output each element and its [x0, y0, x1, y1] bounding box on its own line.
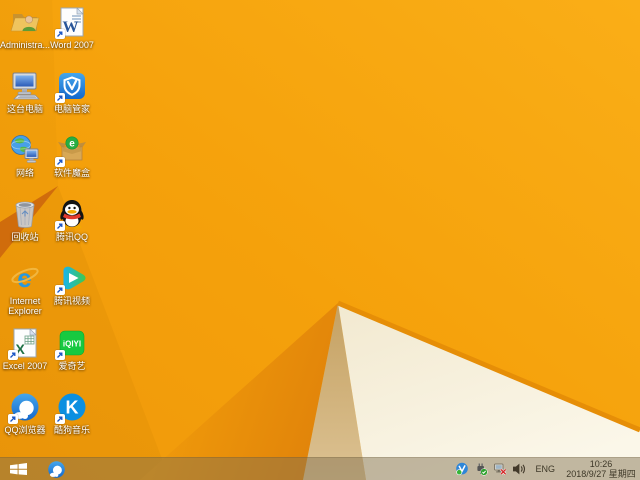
desktop-icon-administrator[interactable]: Administra...: [3, 6, 47, 50]
network-icon: [9, 134, 41, 166]
desktop-icon-excel-2007[interactable]: X Excel 2007: [3, 327, 47, 371]
shortcut-arrow-icon: [55, 350, 65, 360]
desktop-icon-label: 网络: [0, 168, 50, 178]
this-pc-icon: [9, 70, 41, 102]
start-button[interactable]: [0, 458, 37, 480]
svg-text:e: e: [69, 139, 75, 150]
desktop-icon-label: 这台电脑: [0, 104, 50, 114]
desktop-icon-label: Internet Explorer: [0, 296, 50, 316]
language-indicator[interactable]: ENG: [535, 464, 555, 474]
desktop-icon-network[interactable]: 网络: [3, 134, 47, 178]
desktop-icon-qq-browser[interactable]: QQ浏览器: [3, 391, 47, 435]
internet-explorer-icon: e: [9, 262, 41, 294]
volume-tray-icon[interactable]: [511, 462, 526, 477]
desktop-icon-label: QQ浏览器: [0, 425, 50, 435]
taskbar-qq-browser-button[interactable]: [41, 458, 71, 480]
iqiyi-icon: iQIYI: [56, 327, 88, 359]
desktop-icon-software-magic-box[interactable]: e 软件魔盒: [50, 134, 94, 178]
desktop-icon-label: 电脑管家: [47, 104, 97, 114]
qq-browser-icon: [47, 460, 66, 479]
taskbar: ENG 10:26 2018/9/27 星期四: [0, 457, 640, 480]
recycle-bin-icon: [9, 198, 41, 230]
pc-manager-icon: [56, 70, 88, 102]
taskbar-clock[interactable]: 10:26 2018/9/27 星期四: [565, 459, 637, 479]
desktop-icon-internet-explorer[interactable]: e Internet Explorer: [3, 262, 47, 316]
shortcut-arrow-icon: [55, 221, 65, 231]
desktop-icon-label: 软件魔盒: [47, 168, 97, 178]
word-2007-icon: W: [56, 6, 88, 38]
windows-logo-icon: [10, 463, 27, 475]
tencent-video-icon: [56, 262, 88, 294]
system-tray: ENG 10:26 2018/9/27 星期四: [454, 458, 640, 480]
desktop-icon-kugou-music[interactable]: K 酷狗音乐: [50, 391, 94, 435]
desktop-icon-tencent-video[interactable]: 腾讯视频: [50, 262, 94, 306]
usb-device-tray-icon[interactable]: [473, 462, 488, 477]
software-magic-box-icon: e: [56, 134, 88, 166]
shortcut-arrow-icon: [8, 350, 18, 360]
excel-2007-icon: X: [9, 327, 41, 359]
desktop-icon-label: Word 2007: [47, 40, 97, 50]
shortcut-arrow-icon: [55, 157, 65, 167]
tencent-qq-icon: [56, 198, 88, 230]
desktop-icon-tencent-qq[interactable]: 腾讯QQ: [50, 198, 94, 242]
svg-text:iQIYI: iQIYI: [63, 340, 81, 349]
desktop-icon-pc-manager[interactable]: 电脑管家: [50, 70, 94, 114]
kugou-music-icon: K: [56, 391, 88, 423]
shortcut-arrow-icon: [55, 414, 65, 424]
shortcut-arrow-icon: [55, 93, 65, 103]
desktop-icon-label: 爱奇艺: [47, 361, 97, 371]
desktop-icon-label: Excel 2007: [0, 361, 50, 371]
administrator-folder-icon: [9, 6, 41, 38]
desktop-icon-label: Administra...: [0, 40, 50, 50]
desktop-icon-iqiyi[interactable]: iQIYI 爱奇艺: [50, 327, 94, 371]
desktop-icon-label: 腾讯视频: [47, 296, 97, 306]
desktop-icon-recycle-bin[interactable]: 回收站: [3, 198, 47, 242]
desktop-icon-label: 腾讯QQ: [47, 232, 97, 242]
clock-time: 10:26: [590, 459, 613, 469]
svg-text:K: K: [66, 398, 79, 418]
desktop: Administra... W Word 2007: [0, 0, 640, 480]
qq-browser-icon: [9, 391, 41, 423]
shortcut-arrow-icon: [55, 285, 65, 295]
desktop-icon-word-2007[interactable]: W Word 2007: [50, 6, 94, 50]
desktop-icon-label: 酷狗音乐: [47, 425, 97, 435]
shortcut-arrow-icon: [55, 29, 65, 39]
clock-date: 2018/9/27 星期四: [566, 469, 636, 479]
desktop-icon-this-pc[interactable]: 这台电脑: [3, 70, 47, 114]
shortcut-arrow-icon: [8, 414, 18, 424]
pc-manager-tray-icon[interactable]: [454, 462, 469, 477]
desktop-icon-label: 回收站: [0, 232, 50, 242]
network-disconnected-tray-icon[interactable]: [492, 462, 507, 477]
